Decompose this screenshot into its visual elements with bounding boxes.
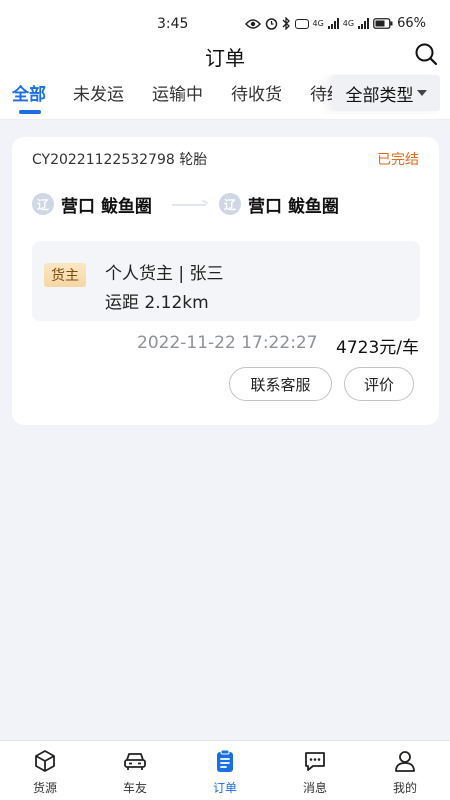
bluetooth-icon [282, 17, 290, 30]
nav-item-car-friends[interactable]: 车友 [90, 741, 180, 800]
cube-icon [35, 750, 55, 772]
battery-percent: 66% [397, 16, 426, 31]
caret-down-icon [416, 90, 427, 96]
order-status: 已完结 [377, 152, 419, 168]
tab-in-transit[interactable]: 运输中 [152, 80, 203, 105]
tab-not-shipped[interactable]: 未发运 [73, 80, 124, 105]
network-type-2: 4G [342, 19, 355, 28]
rate-button[interactable]: 评价 [344, 367, 414, 401]
nav-item-cargo[interactable]: 货源 [0, 741, 90, 800]
order-status-tabs: 全部 未发运 运输中 待收货 待结 全部类型 [0, 74, 450, 120]
origin-province-badge: 辽 [32, 193, 54, 215]
route: 辽 营口 鲅鱼圈 辽 营口 鲅鱼圈 [32, 191, 432, 219]
order-number: CY20221122532798 轮胎 [32, 152, 208, 168]
type-filter-dropdown[interactable]: 全部类型 [332, 75, 440, 111]
order-card[interactable]: CY20221122532798 轮胎 已完结 辽 营口 鲅鱼圈 辽 营口 鲅鱼… [12, 137, 439, 425]
destination-province-badge: 辽 [219, 193, 241, 215]
search-icon[interactable] [414, 42, 438, 66]
status-bar: 3:45 4G 4G 66% [0, 0, 450, 34]
active-tab-indicator [19, 110, 41, 114]
tab-pending-receipt[interactable]: 待收货 [231, 80, 282, 105]
status-time: 3:45 [157, 16, 189, 32]
nav-label: 消息 [302, 781, 327, 795]
clipboard-icon [217, 749, 233, 772]
order-datetime: 2022-11-22 17:22:27 [137, 333, 318, 353]
page-title: 订单 [205, 46, 245, 70]
nav-item-messages[interactable]: 消息 [270, 741, 360, 800]
owner-name: 个人货主 | 张三 [105, 264, 224, 284]
status-icons: 4G 4G 66% [244, 16, 426, 31]
nav-label: 车友 [122, 781, 147, 795]
contact-support-button[interactable]: 联系客服 [229, 367, 332, 401]
order-price: 4723元/车 [336, 338, 419, 358]
user-icon [395, 751, 415, 772]
alarm-icon [265, 18, 277, 30]
nav-item-me[interactable]: 我的 [360, 741, 450, 800]
nav-bar: 订单 [0, 34, 450, 74]
owner-badge: 货主 [44, 263, 86, 287]
route-arrow-icon [172, 204, 206, 206]
origin-place: 营口 鲅鱼圈 [61, 197, 152, 217]
nav-label: 货源 [32, 781, 57, 795]
cargo-info: 货主 个人货主 | 张三 运距 2.12km [32, 241, 420, 321]
signal-icon [327, 18, 339, 29]
destination-place: 营口 鲅鱼圈 [248, 197, 339, 217]
type-filter-label: 全部类型 [345, 85, 414, 106]
bottom-nav: 货源 车友 订单 消息 我的 [0, 740, 450, 800]
nav-label: 我的 [392, 781, 417, 795]
tab-all[interactable]: 全部 [12, 80, 46, 105]
signal-icon-2 [358, 18, 370, 29]
nav-item-orders[interactable]: 订单 [180, 741, 270, 800]
distance: 运距 2.12km [105, 293, 209, 313]
network-type-1: 4G [312, 19, 324, 28]
message-icon [305, 752, 325, 771]
battery-icon [373, 18, 393, 29]
nav-label: 订单 [212, 781, 237, 795]
eye-icon [244, 18, 261, 29]
vibrate-icon [294, 18, 309, 29]
car-icon [124, 753, 146, 770]
